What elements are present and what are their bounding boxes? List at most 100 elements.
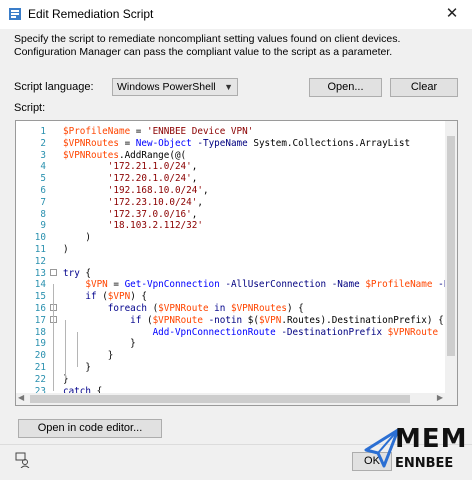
code-text: }: [63, 338, 136, 350]
code-line: 14 $VPN = Get-VpnConnection -AllUserConn…: [16, 279, 457, 291]
clear-button[interactable]: Clear: [390, 78, 458, 97]
code-line: 13 try {: [16, 268, 457, 280]
code-token: .AddRange(@(: [118, 149, 187, 161]
feedback-icon[interactable]: [15, 452, 31, 468]
line-number: 3: [40, 149, 46, 161]
code-area[interactable]: 1 $ProfileName = 'ENNBEE Device VPN' 2 $VPN…: [16, 126, 457, 397]
code-text: Add-VpnConnectionRoute -DestinationPrefi…: [63, 326, 450, 339]
code-line: 19 }: [16, 338, 457, 350]
code-line: 6 '192.168.10.0/24',: [16, 185, 457, 197]
line-number: 14: [34, 279, 46, 291]
line-number: 16: [34, 302, 46, 314]
script-language-select[interactable]: Windows PowerShell ▼: [112, 78, 238, 96]
code-token: (: [141, 314, 153, 326]
code-token: '172.20.1.0/24': [107, 173, 192, 185]
code-text: '172.21.1.0/24',: [63, 161, 198, 173]
code-token: -DestinationPrefix: [281, 326, 383, 338]
code-token: }: [63, 350, 114, 362]
line-number: 10: [34, 232, 46, 244]
chevron-down-icon: ▼: [224, 82, 233, 92]
code-token: '172.21.1.0/24': [107, 161, 192, 173]
code-token: ): [63, 243, 69, 255]
code-token: 'ENNBEE Device VPN': [146, 126, 254, 137]
code-token: .Routes).DestinationPrefix) {: [281, 314, 444, 326]
open-in-code-editor-button[interactable]: Open in code editor...: [18, 419, 162, 438]
fold-toggle-icon[interactable]: [50, 268, 57, 276]
code-token: if: [130, 314, 142, 326]
vertical-scrollbar-thumb[interactable]: [447, 136, 455, 356]
line-number: 11: [34, 243, 46, 255]
line-number: 21: [34, 361, 46, 373]
code-text: ): [63, 232, 91, 244]
code-token: ,: [191, 173, 198, 185]
code-token: ): [63, 232, 91, 244]
app-icon: [9, 8, 21, 20]
line-number: 19: [34, 338, 46, 350]
line-number: 4: [40, 161, 46, 173]
script-language-value: Windows PowerShell: [117, 81, 216, 93]
window-title: Edit Remediation Script: [28, 7, 154, 21]
line-number: 17: [34, 314, 46, 326]
fold-guide-line: [77, 331, 78, 367]
code-token: ) {: [130, 291, 147, 303]
code-text: '172.20.1.0/24',: [63, 173, 198, 185]
line-number: 13: [34, 267, 46, 279]
close-icon[interactable]: ✕: [432, 0, 472, 29]
code-token: if: [85, 291, 97, 303]
line-number: 5: [40, 173, 46, 185]
code-token: =: [107, 279, 125, 291]
code-line: 21 }: [16, 362, 457, 374]
code-token: -Name: [331, 279, 360, 291]
vertical-scrollbar[interactable]: [445, 121, 457, 405]
code-token: '18.103.2.112/32': [107, 220, 203, 232]
line-number: 8: [40, 208, 46, 220]
code-token: (: [146, 302, 159, 314]
code-token: '172.23.10.0/24': [107, 196, 198, 208]
code-line: 2 $VPNRoutes = New-Object -TypeName Syste…: [16, 138, 457, 150]
code-text: if ($VPNRoute -notin $($VPN.Routes).Dest…: [63, 315, 444, 327]
code-token: -AllUserConnection: [225, 279, 327, 291]
code-line: 9 '18.103.2.112/32': [16, 220, 457, 232]
open-button[interactable]: Open...: [309, 78, 382, 97]
code-token: '192.168.10.0/24': [107, 184, 203, 196]
code-text: '192.168.10.0/24',: [63, 185, 209, 197]
code-text: if ($VPN) {: [63, 291, 147, 303]
code-line: 10 ): [16, 232, 457, 244]
script-language-label: Script language:: [14, 81, 94, 93]
code-token: $VPNRoutes: [230, 302, 287, 314]
code-token: $VPN: [258, 314, 282, 326]
code-text: '172.23.10.0/24',: [63, 197, 203, 209]
code-token: $VPNRoute: [387, 326, 439, 338]
code-line: 3 $VPNRoutes.AddRange(@(: [16, 150, 457, 162]
code-token: $VPNRoute: [158, 302, 209, 314]
code-token: Get-VpnConnection: [124, 279, 220, 291]
code-text: }: [63, 350, 114, 362]
horizontal-scrollbar-thumb[interactable]: [30, 395, 410, 403]
code-text: foreach ($VPNRoute in $VPNRoutes) {: [63, 303, 304, 315]
code-line: 5 '172.20.1.0/24',: [16, 173, 457, 185]
scroll-left-icon[interactable]: ◀: [18, 393, 24, 402]
code-token: $ProfileName: [365, 279, 433, 291]
code-token: -TypeName: [197, 137, 248, 149]
script-editor[interactable]: 1 $ProfileName = 'ENNBEE Device VPN' 2 $VPN…: [15, 120, 458, 406]
code-token: Add-VpnConnectionRoute: [152, 326, 276, 338]
code-token: ,: [191, 161, 198, 173]
code-token: $(: [242, 314, 259, 326]
code-line: 8 '172.37.0.0/16',: [16, 209, 457, 221]
line-number: 1: [40, 126, 46, 137]
code-token: try: [63, 267, 80, 279]
code-token: =: [130, 126, 147, 137]
code-token: foreach: [107, 302, 147, 314]
code-token: ,: [191, 208, 198, 220]
horizontal-scrollbar[interactable]: ◀ ▶: [16, 393, 457, 405]
code-token: '172.37.0.0/16': [107, 208, 192, 220]
code-text: ): [63, 244, 69, 256]
scroll-right-icon[interactable]: ▶: [437, 393, 443, 402]
line-number: 9: [40, 220, 46, 232]
